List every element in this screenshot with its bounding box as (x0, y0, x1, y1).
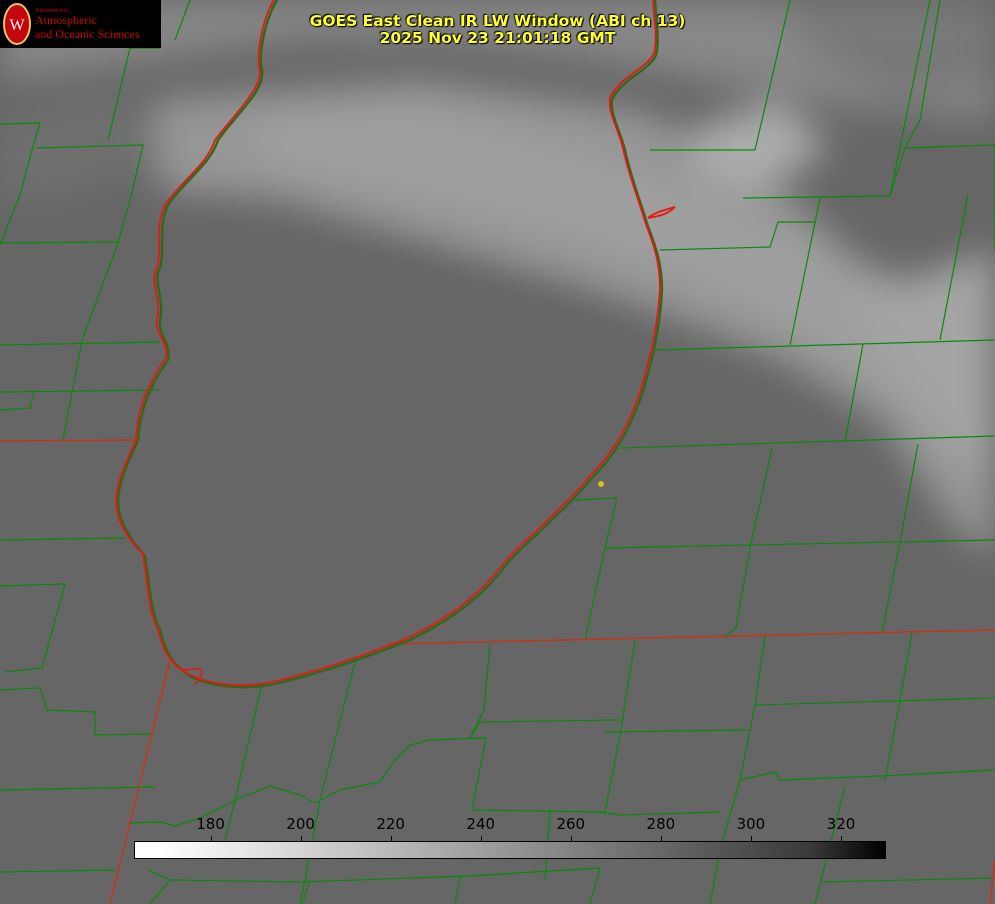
colorbar-tick-label: 180 (196, 815, 225, 833)
satellite-map (0, 0, 995, 904)
colorbar-tick-label: 260 (556, 815, 586, 833)
colorbar-tick-label: 320 (826, 815, 856, 833)
temperature-colorbar (134, 841, 886, 859)
image-timestamp: 2025 Nov 23 21:01:18 GMT (379, 29, 616, 47)
station-marker (598, 481, 604, 487)
colorbar-tick-label: 300 (736, 815, 766, 833)
colorbar-tick-label: 240 (466, 815, 496, 833)
colorbar-tick-label: 220 (376, 815, 405, 833)
colorbar-tick-label: 280 (646, 815, 676, 833)
satellite-image-viewer: W Department of Atmospheric and Oceanic … (0, 0, 995, 904)
image-title: GOES East Clean IR LW Window (ABI ch 13) (309, 12, 686, 30)
colorbar-tick-label: 200 (286, 815, 315, 833)
